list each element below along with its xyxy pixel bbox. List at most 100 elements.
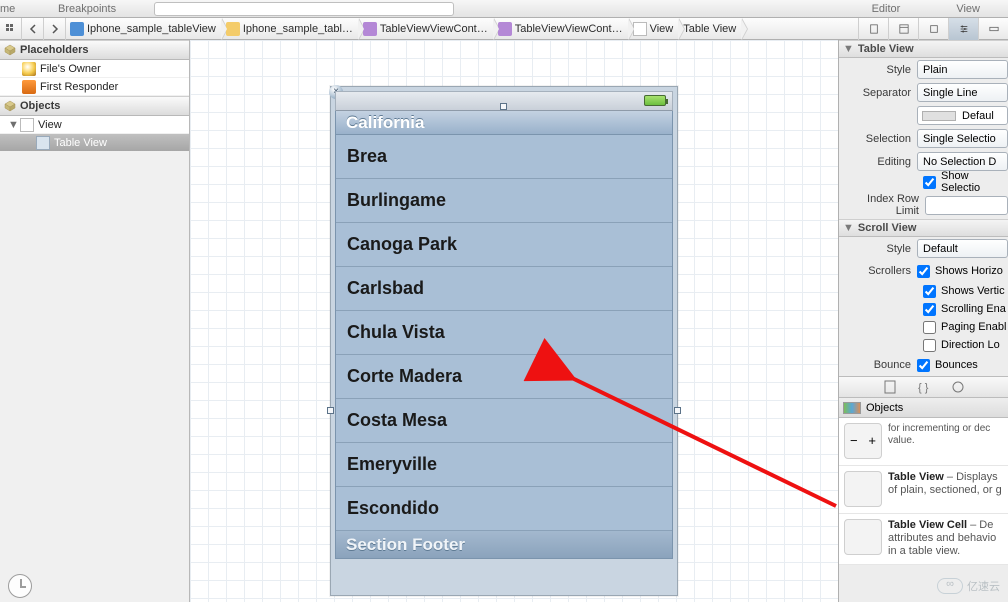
sv-style-select[interactable]: Default	[917, 239, 1008, 258]
outline-tableview-item[interactable]: Table View	[0, 134, 189, 152]
jump-file1-label: TableViewViewCont…	[380, 23, 488, 35]
timeline-clock-icon[interactable]	[8, 574, 32, 598]
color-swatch	[922, 111, 956, 121]
sv-style-label: Style	[843, 243, 917, 255]
tab-view[interactable]: View	[928, 3, 1008, 15]
direction-lock-checkbox[interactable]	[923, 339, 936, 352]
paging-enabled-label: Paging Enabl	[941, 321, 1006, 333]
separator-select[interactable]: Single Line	[917, 83, 1008, 102]
stepper-desc: for incrementing or dec value.	[888, 423, 1003, 459]
cell-desc: Table View Cell – De attributes and beha…	[888, 519, 1003, 558]
table-row[interactable]: Carlsbad	[336, 267, 672, 311]
related-items-button[interactable]	[0, 18, 22, 40]
first-responder-item[interactable]: First Responder	[0, 78, 189, 96]
editing-select[interactable]: No Selection D	[917, 152, 1008, 171]
view-icon	[20, 118, 34, 132]
scrollview-inspector-header[interactable]: ▼ Scroll View	[839, 219, 1008, 237]
selection-handle[interactable]	[500, 103, 507, 110]
index-row-limit-field[interactable]	[925, 196, 1008, 215]
outline-tableview-label: Table View	[54, 137, 107, 149]
first-responder-label: First Responder	[40, 81, 118, 93]
object-library-tab[interactable]	[950, 379, 966, 395]
library-item-stepper[interactable]: for incrementing or dec value.	[839, 418, 1008, 466]
scrollview-title: Scroll View	[858, 222, 917, 234]
xib-icon	[498, 22, 512, 36]
jump-folder[interactable]: Iphone_sample_tabl…	[222, 18, 359, 40]
watermark: 亿速云	[937, 578, 1000, 594]
bounces-checkbox[interactable]	[917, 359, 930, 372]
disclosure-triangle-icon[interactable]: ▼	[8, 119, 18, 131]
disclosure-triangle-icon[interactable]: ▼	[843, 43, 854, 55]
attributes-inspector-tab[interactable]	[948, 18, 978, 40]
tab-editor[interactable]: Editor	[844, 3, 929, 15]
file-inspector-tab[interactable]	[858, 18, 888, 40]
table-row[interactable]: Escondido	[336, 487, 672, 531]
separator-label: Separator	[843, 87, 917, 99]
size-inspector-tab[interactable]	[978, 18, 1008, 40]
objects-title: Objects	[20, 100, 60, 112]
library-item-tableviewcell[interactable]: Table View Cell – De attributes and beha…	[839, 514, 1008, 565]
placeholders-header[interactable]: Placeholders	[0, 40, 189, 60]
object-library-header[interactable]: Objects	[839, 398, 1008, 418]
code-snippet-tab[interactable]: { }	[916, 379, 932, 395]
table-row[interactable]: Canoga Park	[336, 223, 672, 267]
file-template-tab[interactable]	[882, 379, 898, 395]
scrollers-label: Scrollers	[843, 265, 917, 277]
cell-icon	[844, 519, 882, 555]
show-selection-checkbox[interactable]	[923, 176, 936, 189]
quick-help-tab[interactable]	[888, 18, 918, 40]
jump-view[interactable]: View	[629, 18, 680, 40]
disclosure-triangle-icon[interactable]: ▼	[843, 222, 854, 234]
shows-vert-label: Shows Vertic	[941, 285, 1005, 297]
tab-bar: me Breakpoints Editor View	[0, 0, 1008, 18]
tableview-desc: Table View – Displays of plain, sectione…	[888, 471, 1003, 507]
library-item-tableview[interactable]: Table View – Displays of plain, sectione…	[839, 466, 1008, 514]
shows-horiz-checkbox[interactable]	[917, 265, 930, 278]
show-selection-label: Show Selectio	[941, 170, 1008, 194]
table-row[interactable]: Brea	[336, 135, 672, 179]
separator-color-well[interactable]: Defaul	[917, 106, 1008, 125]
document-outline: Placeholders File's Owner First Responde…	[0, 40, 190, 602]
tableview-icon	[844, 471, 882, 507]
xib-icon	[363, 22, 377, 36]
outline-view-item[interactable]: ▼View	[0, 116, 189, 134]
tab-breakpoints[interactable]: Breakpoints	[30, 3, 144, 15]
table-row[interactable]: Emeryville	[336, 443, 672, 487]
search-field[interactable]	[154, 2, 454, 16]
identity-inspector-tab[interactable]	[918, 18, 948, 40]
table-row[interactable]: Corte Madera	[336, 355, 672, 399]
interface-builder-canvas[interactable]: × California Brea Burlingame Canoga Park…	[190, 40, 838, 602]
direction-lock-label: Direction Lo	[941, 339, 1000, 351]
table-row[interactable]: Chula Vista	[336, 311, 672, 355]
tab-left-fragment: me	[0, 3, 30, 15]
files-owner-item[interactable]: File's Owner	[0, 60, 189, 78]
selection-handle[interactable]	[674, 407, 681, 414]
view-icon	[633, 22, 647, 36]
scrolling-enabled-checkbox[interactable]	[923, 303, 936, 316]
index-row-limit-label: Index Row Limit	[843, 193, 925, 217]
objects-header[interactable]: Objects	[0, 96, 189, 116]
style-label: Style	[843, 64, 917, 76]
selection-handle[interactable]	[327, 407, 334, 414]
library-icon	[843, 402, 861, 414]
shows-vert-checkbox[interactable]	[923, 285, 936, 298]
back-button[interactable]	[22, 18, 44, 40]
simulated-device-view[interactable]: × California Brea Burlingame Canoga Park…	[330, 86, 678, 596]
table-row[interactable]: Burlingame	[336, 179, 672, 223]
paging-enabled-checkbox[interactable]	[923, 321, 936, 334]
table-row[interactable]: Costa Mesa	[336, 399, 672, 443]
tableview-inspector-header[interactable]: ▼ Table View	[839, 40, 1008, 58]
editing-label: Editing	[843, 156, 917, 168]
jump-tableview[interactable]: Table View	[679, 18, 742, 40]
jump-project[interactable]: Iphone_sample_tableView	[66, 18, 222, 40]
color-label: Defaul	[962, 110, 994, 122]
jump-file1[interactable]: TableViewViewCont…	[359, 18, 494, 40]
style-select[interactable]: Plain	[917, 60, 1008, 79]
forward-button[interactable]	[44, 18, 66, 40]
bounce-label: Bounce	[843, 359, 917, 371]
section-footer: Section Footer	[335, 531, 673, 559]
jump-file2[interactable]: TableViewViewCont…	[494, 18, 629, 40]
selection-select[interactable]: Single Selectio	[917, 129, 1008, 148]
inspector-title: Table View	[858, 43, 914, 55]
tableview-icon	[36, 136, 50, 150]
